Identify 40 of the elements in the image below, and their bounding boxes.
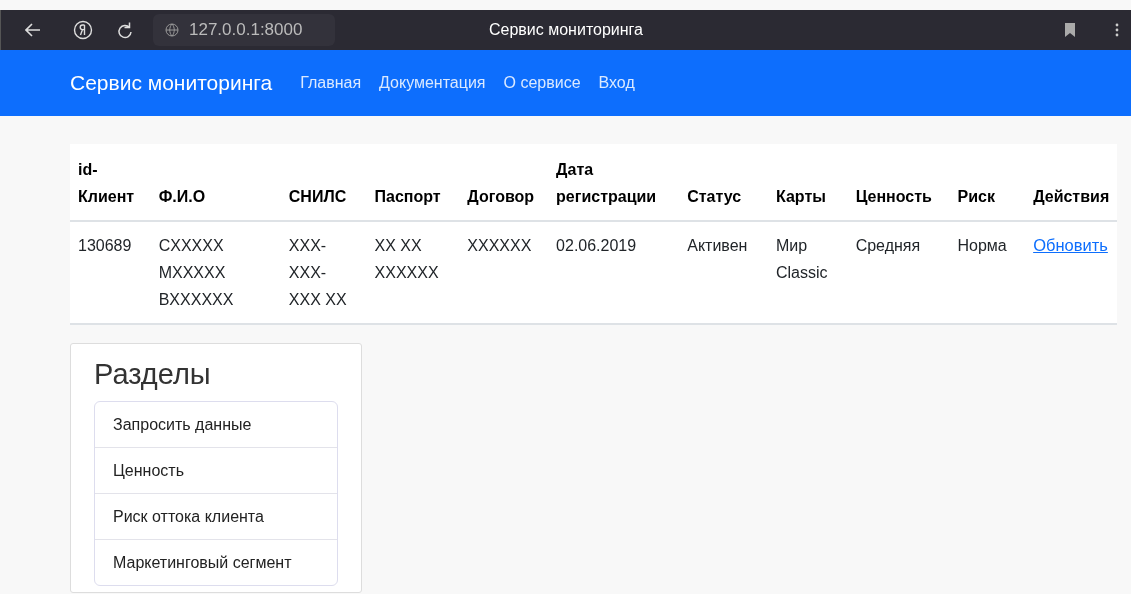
sections-title: Разделы <box>94 358 212 391</box>
back-icon[interactable] <box>25 23 41 37</box>
column-header: Паспорт <box>366 144 460 221</box>
section-item[interactable]: Маркетинговый сегмент <box>95 539 337 585</box>
column-header: Ф.И.О <box>150 144 281 221</box>
table-cell: XXXXXX <box>459 221 549 324</box>
address-bar[interactable]: 127.0.0.1:8000 <box>153 14 335 46</box>
column-header: Статус <box>679 144 768 221</box>
section-item[interactable]: Запросить данные <box>95 402 337 447</box>
nav-link[interactable]: Вход <box>598 74 635 92</box>
menu-icon[interactable] <box>1115 23 1119 37</box>
update-link[interactable]: Обновить <box>1033 236 1108 254</box>
browser-logo-icon[interactable] <box>73 20 93 40</box>
column-header: СНИЛС <box>280 144 367 221</box>
page-title: Сервис мониторинга <box>489 21 643 39</box>
table-cell: XX XX XXXXXX <box>366 221 460 324</box>
column-header: Действия <box>1025 144 1117 221</box>
reload-icon[interactable] <box>117 21 133 39</box>
globe-icon <box>165 23 179 37</box>
nav-link[interactable]: О сервисе <box>503 74 581 92</box>
table-cell: Активен <box>679 221 768 324</box>
section-item[interactable]: Риск оттока клиента <box>95 493 337 539</box>
table-cell: Мир Classic <box>767 221 848 324</box>
table-cell: XXX- XXX- XXX XX <box>280 221 367 324</box>
bookmark-icon[interactable] <box>1065 23 1075 37</box>
table-cell: Средняя <box>847 221 950 324</box>
column-header: Ценность <box>847 144 950 221</box>
nav-link[interactable]: Главная <box>300 74 362 92</box>
column-header: id- Клиент <box>70 144 151 221</box>
table-cell: 130689 <box>70 221 151 324</box>
table-cell: СXXXXX MXXXXX BXXXXXX <box>150 221 281 324</box>
table-cell: 02.06.2019 <box>548 221 680 324</box>
column-header: Договор <box>459 144 549 221</box>
column-header: Дата регистрации <box>548 144 680 221</box>
section-item[interactable]: Ценность <box>95 447 337 493</box>
table-cell: Норма <box>949 221 1026 324</box>
brand-link[interactable]: Сервис мониторинга <box>70 71 273 95</box>
column-header: Карты <box>767 144 848 221</box>
nav-link[interactable]: Документация <box>379 74 486 92</box>
column-header: Риск <box>949 144 1026 221</box>
